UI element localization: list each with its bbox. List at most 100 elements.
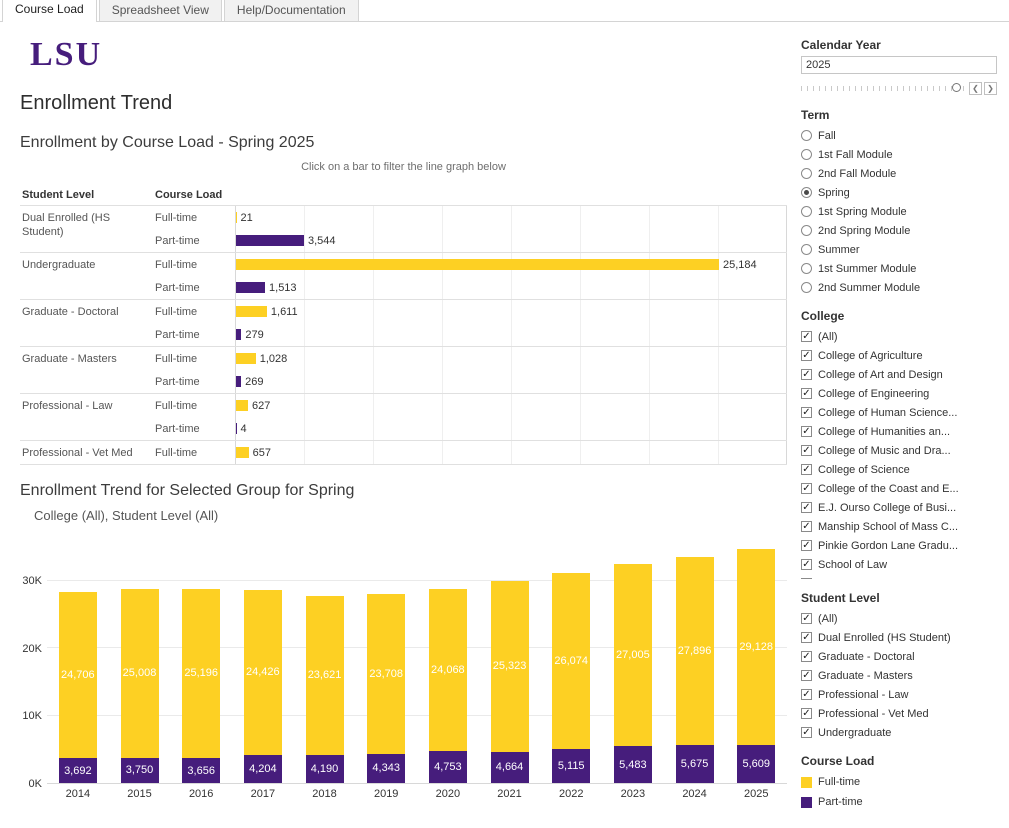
checkbox-label: College of the Coast and E... [818, 483, 959, 495]
course-load-cell: Part-time [155, 417, 235, 440]
trend-bar-2023[interactable]: 27,0055,483 [614, 537, 652, 783]
legend-item-full-time[interactable]: Full-time [801, 772, 999, 792]
bar-dual-enrolled-hs-student-full-time[interactable] [236, 212, 237, 223]
checkbox-icon: ✓ [801, 369, 812, 380]
parttime-value-label: 3,750 [126, 764, 154, 776]
bar-graduate-masters-part-time[interactable] [236, 376, 241, 387]
bar-undergraduate-full-time[interactable] [236, 259, 719, 270]
legend-item-part-time[interactable]: Part-time [801, 792, 999, 812]
fulltime-value-label: 23,621 [308, 669, 342, 681]
checkbox-college-college-of-the-coast-and-e[interactable]: ✓College of the Coast and E... [801, 479, 999, 498]
bar-value-label: 1,513 [269, 282, 297, 294]
checkbox-college-school-of-law[interactable]: ✓School of Law [801, 555, 999, 574]
checkbox-student-level-dual-enrolled-hs-student[interactable]: ✓Dual Enrolled (HS Student) [801, 628, 999, 647]
radio-label: Summer [818, 244, 860, 256]
trend-bar-2021[interactable]: 25,3234,664 [491, 537, 529, 783]
trend-bar-2019[interactable]: 23,7084,343 [367, 537, 405, 783]
radio-2nd-summer-module[interactable]: 2nd Summer Module [801, 278, 999, 297]
tab-help-documentation[interactable]: Help/Documentation [224, 0, 359, 21]
checkbox-college-college-of-music-and-dra[interactable]: ✓College of Music and Dra... [801, 441, 999, 460]
parttime-segment: 4,343 [367, 754, 405, 783]
table-header: Student Level Course Load [20, 189, 787, 203]
trend-bar-2018[interactable]: 23,6214,190 [306, 537, 344, 783]
checkbox-college-college-of-science[interactable]: ✓College of Science [801, 460, 999, 479]
parttime-value-label: 4,204 [249, 763, 277, 775]
bar-value-label: 1,028 [260, 353, 288, 365]
checkbox-college-college-of-agriculture[interactable]: ✓College of Agriculture [801, 346, 999, 365]
parttime-value-label: 4,753 [434, 761, 462, 773]
calendar-year-slider[interactable]: ❮ ❯ [801, 80, 997, 96]
trend-bar-2016[interactable]: 25,1963,656 [182, 537, 220, 783]
trend-bar-2015[interactable]: 25,0083,750 [121, 537, 159, 783]
bar-cell: 279 [235, 323, 787, 346]
checkbox-college-manship-school-of-mass-c[interactable]: ✓Manship School of Mass C... [801, 517, 999, 536]
course-load-cell: Part-time [155, 370, 235, 393]
checkbox-college-e-j-ourso-college-of-busi[interactable]: ✓E.J. Ourso College of Busi... [801, 498, 999, 517]
course-load-cell: Full-time [155, 347, 235, 370]
slider-handle[interactable] [952, 83, 961, 92]
radio-1st-summer-module[interactable]: 1st Summer Module [801, 259, 999, 278]
checkbox-college-college-of-human-science[interactable]: ✓College of Human Science... [801, 403, 999, 422]
x-axis-label: 2018 [294, 788, 356, 800]
checkbox-student-level-all[interactable]: ✓(All) [801, 609, 999, 628]
checkbox-college-college-of-humanities-an[interactable]: ✓College of Humanities an... [801, 422, 999, 441]
checkbox-college-college-of-engineering[interactable]: ✓College of Engineering [801, 384, 999, 403]
trend-slot: 25,0083,750 [109, 537, 171, 783]
trend-bar-2025[interactable]: 29,1285,609 [737, 537, 775, 783]
radio-fall[interactable]: Fall [801, 126, 999, 145]
trend-bar-2014[interactable]: 24,7063,692 [59, 537, 97, 783]
calendar-year-input[interactable] [801, 56, 997, 74]
checkbox-label: Manship School of Mass C... [818, 521, 958, 533]
checkbox-student-level-professional-law[interactable]: ✓Professional - Law [801, 685, 999, 704]
trend-title: Enrollment Trend for Selected Group for … [20, 482, 354, 500]
course-load-cell: Part-time [155, 323, 235, 346]
slider-prev-icon[interactable]: ❮ [969, 82, 982, 95]
radio-label: 2nd Fall Module [818, 168, 896, 180]
checkbox-icon: ✓ [801, 670, 812, 681]
trend-bar-2022[interactable]: 26,0745,115 [552, 537, 590, 783]
radio-label: 2nd Spring Module [818, 225, 910, 237]
bar-graduate-masters-full-time[interactable] [236, 353, 256, 364]
checkbox-student-level-professional-vet-med[interactable]: ✓Professional - Vet Med [801, 704, 999, 723]
checkbox-student-level-graduate-masters[interactable]: ✓Graduate - Masters [801, 666, 999, 685]
checkbox-college-school-of-veterinary-medi[interactable]: ✓School of Veterinary Medi... [801, 574, 999, 579]
checkbox-student-level-undergraduate[interactable]: ✓Undergraduate [801, 723, 999, 742]
course-load-cell: Full-time [155, 300, 235, 323]
bar-cell: 657 [235, 441, 787, 464]
radio-1st-fall-module[interactable]: 1st Fall Module [801, 145, 999, 164]
slider-next-icon[interactable]: ❯ [984, 82, 997, 95]
tab-spreadsheet-view[interactable]: Spreadsheet View [99, 0, 222, 21]
radio-1st-spring-module[interactable]: 1st Spring Module [801, 202, 999, 221]
table-row: UndergraduateFull-time25,184Part-time1,5… [20, 253, 787, 300]
radio-2nd-spring-module[interactable]: 2nd Spring Module [801, 221, 999, 240]
x-axis-label: 2016 [170, 788, 232, 800]
checkbox-label: College of Engineering [818, 388, 929, 400]
table-row: Professional - Vet MedFull-time657 [20, 441, 787, 465]
bar-undergraduate-part-time[interactable] [236, 282, 265, 293]
bar-professional-law-part-time[interactable] [236, 423, 237, 434]
bar-graduate-doctoral-part-time[interactable] [236, 329, 241, 340]
x-axis-label: 2017 [232, 788, 294, 800]
checkbox-college-all[interactable]: ✓(All) [801, 327, 999, 346]
radio-label: 1st Fall Module [818, 149, 893, 161]
radio-summer[interactable]: Summer [801, 240, 999, 259]
checkbox-student-level-graduate-doctoral[interactable]: ✓Graduate - Doctoral [801, 647, 999, 666]
radio-2nd-fall-module[interactable]: 2nd Fall Module [801, 164, 999, 183]
bar-graduate-doctoral-full-time[interactable] [236, 306, 267, 317]
parttime-value-label: 5,675 [681, 758, 709, 770]
trend-bar-2017[interactable]: 24,4264,204 [244, 537, 282, 783]
trend-slot: 29,1285,609 [725, 537, 787, 783]
checkbox-college-college-of-art-and-design[interactable]: ✓College of Art and Design [801, 365, 999, 384]
bar-value-label: 4 [241, 423, 247, 435]
radio-spring[interactable]: Spring [801, 183, 999, 202]
trend-bar-2020[interactable]: 24,0684,753 [429, 537, 467, 783]
course-load-cell: Part-time [155, 276, 235, 299]
checkbox-icon: ✓ [801, 502, 812, 513]
tab-course-load[interactable]: Course Load [2, 0, 97, 22]
bar-dual-enrolled-hs-student-part-time[interactable] [236, 235, 304, 246]
checkbox-college-pinkie-gordon-lane-gradu[interactable]: ✓Pinkie Gordon Lane Gradu... [801, 536, 999, 555]
bar-professional-law-full-time[interactable] [236, 400, 248, 411]
trend-bar-2024[interactable]: 27,8965,675 [676, 537, 714, 783]
tab-bar: Course LoadSpreadsheet ViewHelp/Document… [0, 0, 1009, 22]
bar-professional-vet-med-full-time[interactable] [236, 447, 249, 458]
